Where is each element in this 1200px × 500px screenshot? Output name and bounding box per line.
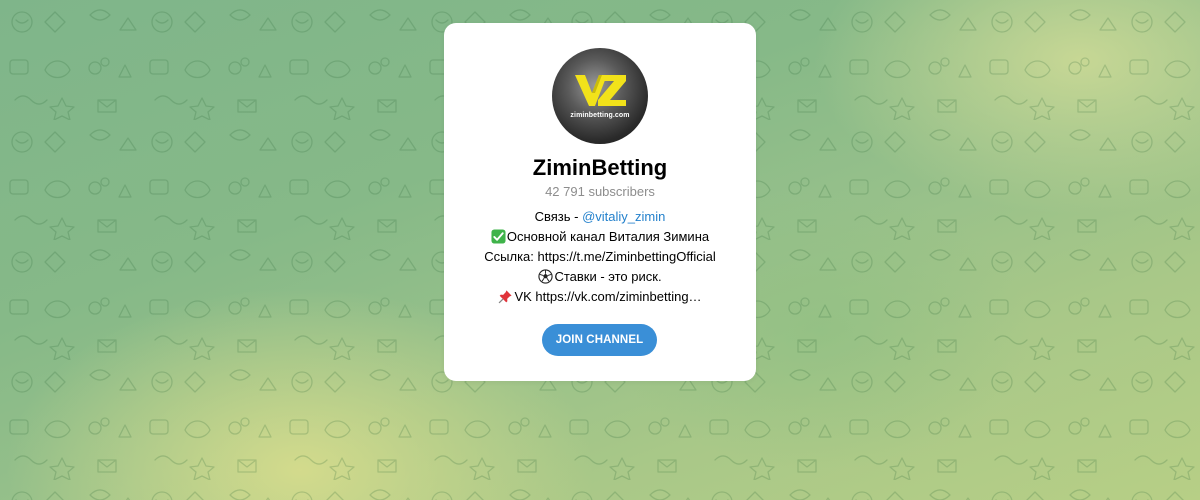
main-channel-text: Основной канал Виталия Зимина xyxy=(506,229,710,244)
subscriber-count: 42 791 subscribers xyxy=(545,184,655,199)
check-mark-icon xyxy=(491,229,506,244)
official-link-text: Ссылка: https://t.me/ZiminbettingOfficia… xyxy=(484,249,716,264)
avatar: ziminbetting.com xyxy=(552,48,648,144)
vz-logo-icon xyxy=(575,75,626,106)
soccer-ball-icon xyxy=(538,269,554,284)
description-line-main-channel: Основной канал Виталия Зимина xyxy=(454,227,746,247)
contact-username-link[interactable]: @vitaliy_zimin xyxy=(582,209,665,224)
channel-title: ZiminBetting xyxy=(532,155,668,180)
vk-link-text: VK https://vk.com/ziminbetting… xyxy=(514,289,702,304)
channel-description: Связь - @vitaliy_zimin Основной канал Ви… xyxy=(454,207,746,307)
description-line-risk: Ставки - это риск. xyxy=(454,267,746,287)
description-line-vk: VK https://vk.com/ziminbetting… xyxy=(454,287,746,307)
description-line-link: Ссылка: https://t.me/ZiminbettingOfficia… xyxy=(454,247,746,267)
avatar-site-label: ziminbetting.com xyxy=(570,112,630,119)
join-channel-button[interactable]: JOIN CHANNEL xyxy=(542,324,657,356)
channel-card: ziminbetting.com ZiminBetting 42 791 sub… xyxy=(444,23,756,381)
description-line-contact: Связь - @vitaliy_zimin xyxy=(454,207,746,227)
risk-text: Ставки - это риск. xyxy=(554,269,662,284)
contact-prefix: Связь - xyxy=(534,209,583,224)
pushpin-icon xyxy=(499,290,513,304)
